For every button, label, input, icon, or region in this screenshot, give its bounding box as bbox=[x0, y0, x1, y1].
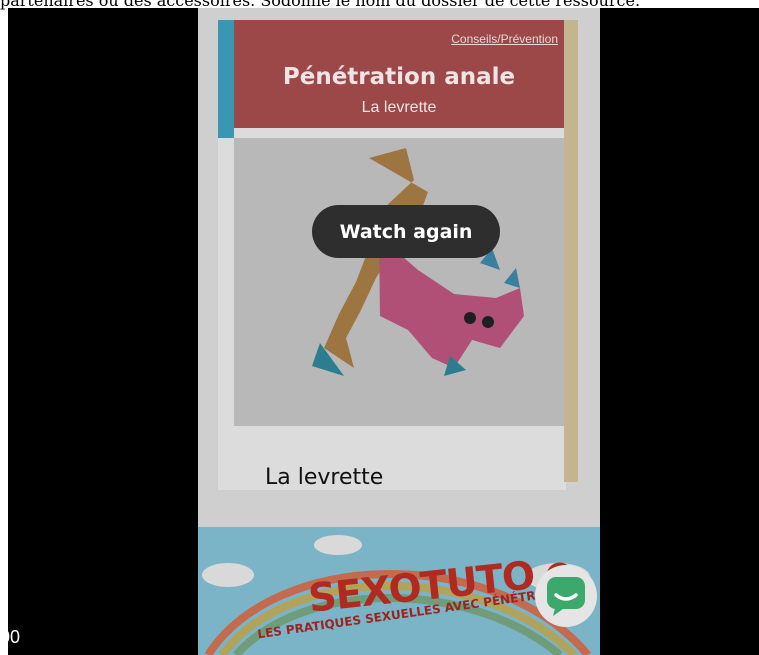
video-frame[interactable]: Conseils/Prévention Pénétration anale La… bbox=[198, 8, 600, 655]
time-display: 00 bbox=[8, 627, 21, 647]
tan-side-stripe bbox=[564, 20, 578, 482]
paper-figure-illustration bbox=[234, 138, 564, 426]
video-player[interactable]: Conseils/Prévention Pénétration anale La… bbox=[8, 8, 759, 655]
section-heading: La levrette bbox=[265, 465, 384, 485]
chat-button[interactable] bbox=[535, 565, 597, 627]
breadcrumb-link: Conseils/Prévention bbox=[451, 32, 558, 46]
resource-subtitle: La levrette bbox=[361, 99, 437, 116]
resource-header: Conseils/Prévention Pénétration anale La… bbox=[234, 20, 564, 128]
resource-title: Pénétration anale bbox=[282, 64, 516, 90]
blue-side-stripe bbox=[218, 20, 234, 138]
chat-bubble-icon bbox=[547, 577, 585, 616]
origami-figures-icon bbox=[234, 138, 564, 426]
watch-again-button[interactable]: Watch again bbox=[312, 205, 500, 258]
